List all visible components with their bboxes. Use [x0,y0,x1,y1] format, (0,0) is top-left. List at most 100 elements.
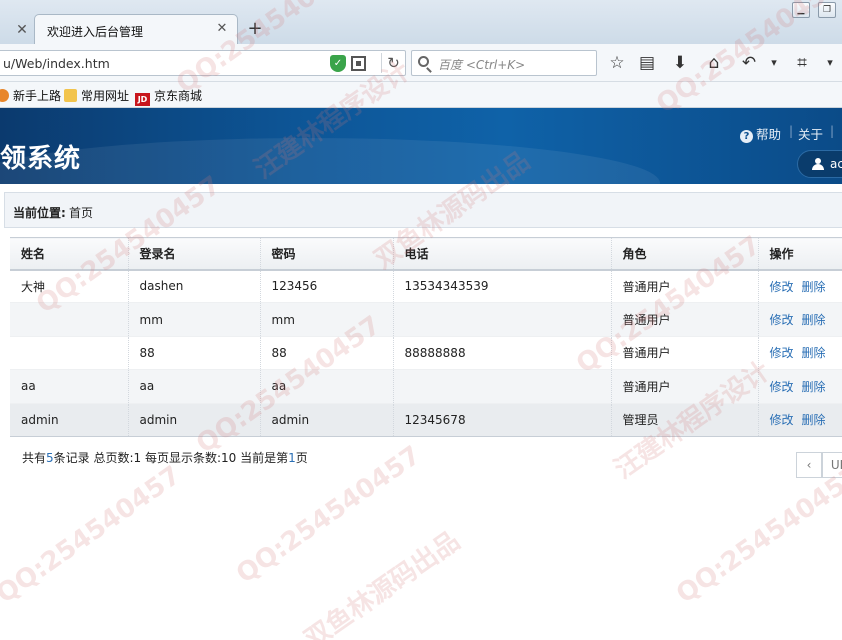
help-icon: ? [740,130,753,143]
crop-icon[interactable]: ⌗ [790,52,814,74]
cell-password: mm [259,302,393,337]
jd-logo-icon: JD [135,93,150,106]
folder-icon [64,89,77,102]
app-header: 领系统 ? 帮助 | 关于 | ac [0,108,842,184]
breadcrumb-label: 当前位置: [13,206,66,220]
main-content: 当前位置: 首页 姓名 登录名 密码 电话 角色 操作 大神 dashen 12… [0,184,842,640]
prev-page-button[interactable]: ‹ [796,452,822,478]
back-icon[interactable]: ↶ [737,52,761,74]
cell-actions: 修改 删除 [757,269,842,304]
cell-role: 管理员 [610,403,758,437]
reading-list-icon[interactable]: ▤ [635,52,659,74]
download-icon[interactable]: ⬇ [668,52,692,74]
browser-tab-bar: ✕ 欢迎进入后台管理 ✕ + ▁ ❐ [0,0,842,44]
search-input[interactable]: 百度 <Ctrl+K> [411,50,597,76]
cell-actions: 修改 删除 [757,302,842,337]
bookmark-jd[interactable]: JD 京东商城 [135,87,203,106]
reload-icon[interactable]: ↻ [381,53,401,73]
cell-role: 普通用户 [610,336,758,371]
edit-link[interactable]: 修改 [770,313,794,327]
user-icon [812,158,824,170]
next-page-button[interactable]: UI [822,452,842,478]
address-bar[interactable]: u/Web/index.htm ✓ ↻ [0,50,406,76]
help-label: 帮助 [756,127,782,142]
table-row: 大神 dashen 123456 13534343539 普通用户 修改 删除 [10,269,842,304]
cell-role: 普通用户 [610,369,758,404]
browser-tab[interactable]: 欢迎进入后台管理 ✕ [34,14,238,44]
column-header-login: 登录名 [127,237,260,271]
column-header-name: 姓名 [10,237,128,271]
delete-link[interactable]: 删除 [802,413,826,427]
cell-phone: 88888888 [392,336,611,371]
cell-password: admin [259,403,393,437]
header-divider: | [830,124,835,138]
search-placeholder: 百度 <Ctrl+K> [438,58,526,72]
cell-login: dashen [127,269,260,304]
user-table: 姓名 登录名 密码 电话 角色 操作 大神 dashen 123456 1353… [10,237,842,437]
edit-link[interactable]: 修改 [770,413,794,427]
cell-password: 88 [259,336,393,371]
pager-summary: 共有5条记录 总页数:1 每页显示条数:10 当前是第1页 [22,449,308,466]
pager-current: 1 [288,451,296,465]
bookmark-label: 常用网址 [81,89,130,103]
cell-phone [392,302,611,337]
delete-link[interactable]: 删除 [802,346,826,360]
bookmark-label: 新手上路 [13,89,62,103]
edit-link[interactable]: 修改 [770,346,794,360]
star-icon[interactable]: ☆ [605,52,629,74]
edit-link[interactable]: 修改 [770,380,794,394]
qr-code-icon[interactable] [351,56,366,71]
column-header-password: 密码 [259,237,393,271]
breadcrumb-home[interactable]: 首页 [69,204,93,221]
about-link[interactable]: 关于 [798,124,823,143]
cell-login: 88 [127,336,260,371]
table-row: mm mm 普通用户 修改 删除 [10,302,842,337]
cell-name: 大神 [10,269,128,304]
home-icon[interactable]: ⌂ [702,52,726,74]
bookmark-newbie[interactable]: 新手上路 [0,87,61,103]
header-divider: | [789,124,794,138]
close-icon[interactable]: ✕ [12,20,32,40]
cell-name: aa [10,369,128,404]
restore-icon[interactable]: ❐ [818,2,836,18]
cell-actions: 修改 删除 [757,336,842,371]
cell-phone [392,369,611,404]
cell-login: admin [127,403,260,437]
edit-link[interactable]: 修改 [770,280,794,294]
bookmark-common-sites[interactable]: 常用网址 [64,87,129,103]
cell-password: 123456 [259,269,393,304]
help-link[interactable]: ? 帮助 [740,124,781,143]
cell-login: aa [127,369,260,404]
shield-icon[interactable]: ✓ [330,55,346,72]
menu-chevron-icon[interactable]: ▾ [818,52,842,74]
user-name: ac [830,157,842,171]
cell-name [10,302,128,337]
column-header-role: 角色 [610,237,758,271]
cell-phone: 12345678 [392,403,611,437]
cell-phone: 13534343539 [392,269,611,304]
chevron-down-icon[interactable]: ▾ [762,52,786,74]
cell-actions: 修改 删除 [757,403,842,437]
pager-page-suffix: 页 [295,451,308,465]
tab-title: 欢迎进入后台管理 [47,25,144,39]
minimize-icon[interactable]: ▁ [792,2,810,18]
search-icon [418,56,429,67]
tab-close-icon[interactable]: ✕ [213,20,231,38]
cell-role: 普通用户 [610,269,758,304]
table-row: 88 88 88888888 普通用户 修改 删除 [10,336,842,371]
user-menu[interactable]: ac [797,150,842,178]
cell-name: admin [10,403,128,437]
firefox-icon [0,89,9,102]
bookmark-label: 京东商城 [154,89,203,103]
cell-role: 普通用户 [610,302,758,337]
cell-password: aa [259,369,393,404]
pager-prefix: 共有 [22,451,47,465]
table-row: admin admin admin 12345678 管理员 修改 删除 [10,403,842,437]
breadcrumb: 当前位置: 首页 [4,192,842,228]
table-row: aa aa aa 普通用户 修改 删除 [10,369,842,404]
delete-link[interactable]: 删除 [802,380,826,394]
pager-suffix: 条记录 总页数:1 每页显示条数:10 当前是第 [53,451,289,465]
delete-link[interactable]: 删除 [802,280,826,294]
new-tab-icon[interactable]: + [244,18,266,40]
delete-link[interactable]: 删除 [802,313,826,327]
